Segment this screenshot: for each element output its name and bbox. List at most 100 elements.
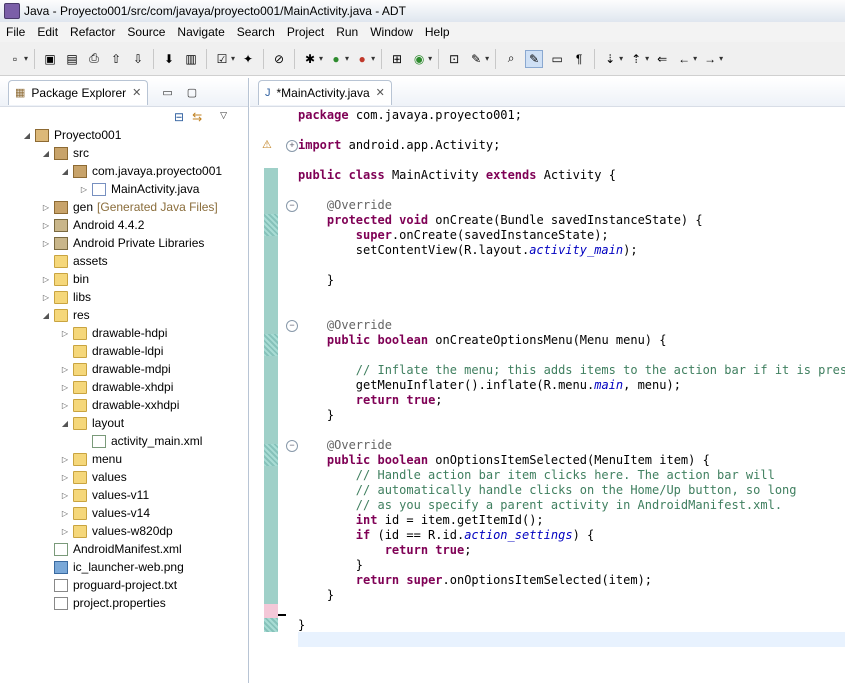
toggle-breadcrumb-icon[interactable]: ✎	[525, 49, 544, 68]
next-annotation-icon[interactable]: ⇣	[602, 51, 618, 67]
tab-package-explorer[interactable]: ▦ Package Explorer ✕	[8, 79, 149, 105]
close-icon[interactable]: ✕	[376, 86, 385, 99]
warning-lightbulb-icon[interactable]: ⚠	[262, 138, 276, 152]
tree-item[interactable]: AndroidManifest.xml	[41, 540, 182, 558]
tree-item[interactable]: ▷ Android Private Libraries	[41, 234, 204, 252]
collapsed-arrow-icon[interactable]: ▷	[41, 221, 51, 230]
back-dropdown-icon[interactable]: ▾	[693, 54, 697, 63]
new-java-class-icon[interactable]: ◉	[411, 51, 427, 67]
expanded-arrow-icon[interactable]: ◢	[41, 149, 51, 158]
tree-item[interactable]: ▷ bin	[41, 270, 89, 288]
search-icon[interactable]: ✎	[468, 51, 484, 67]
collapsed-arrow-icon[interactable]: ▷	[41, 275, 51, 284]
run-dropdown-icon[interactable]: ▾	[345, 54, 349, 63]
new-dropdown-icon[interactable]: ▾	[24, 54, 28, 63]
open-type-icon[interactable]: ⊡	[446, 51, 462, 67]
tree-item[interactable]: ▷ values-v11	[60, 486, 149, 504]
collapsed-arrow-icon[interactable]: ▷	[60, 527, 70, 536]
tree-item[interactable]: ◢ com.javaya.proyecto001	[60, 162, 222, 180]
menu-file[interactable]: File	[0, 25, 31, 39]
avd-manager-icon[interactable]: ▥	[183, 51, 199, 67]
tree-item[interactable]: ▷ values-w820dp	[60, 522, 173, 540]
new-class-dropdown-icon[interactable]: ▾	[428, 54, 432, 63]
tree-item[interactable]: ▷ menu	[60, 450, 122, 468]
tree-item[interactable]: ◢ res	[41, 306, 90, 324]
external-tools-dropdown-icon[interactable]: ▾	[371, 54, 375, 63]
save-icon[interactable]: ▣	[42, 51, 58, 67]
tree-item[interactable]: assets	[41, 252, 108, 270]
block-selection-icon[interactable]: ▭	[549, 51, 565, 67]
collapse-all-icon[interactable]: ⊟	[174, 110, 184, 124]
new-icon[interactable]: ▫	[7, 51, 23, 67]
collapsed-arrow-icon[interactable]: ▷	[41, 239, 51, 248]
menu-refactor[interactable]: Refactor	[64, 25, 121, 39]
tree-item[interactable]: ▷ MainActivity.java	[79, 180, 200, 198]
tree-item[interactable]: ▷ gen [Generated Java Files]	[41, 198, 218, 216]
next-annotation-dropdown-icon[interactable]: ▾	[619, 54, 623, 63]
last-edit-location-icon[interactable]: ⇐	[654, 51, 670, 67]
close-icon[interactable]: ✕	[132, 86, 141, 99]
tree-item[interactable]: ▷ Android 4.4.2	[41, 216, 144, 234]
tree-item[interactable]: ▷ drawable-xxhdpi	[60, 396, 179, 414]
menu-search[interactable]: Search	[231, 25, 281, 39]
upload-icon[interactable]: ⇧	[108, 51, 124, 67]
forward-icon[interactable]: →	[702, 51, 718, 67]
show-whitespace-icon[interactable]: ¶	[571, 51, 587, 67]
collapsed-arrow-icon[interactable]: ▷	[60, 365, 70, 374]
run-icon[interactable]: ●	[328, 51, 344, 67]
menu-run[interactable]: Run	[330, 25, 364, 39]
tree-item[interactable]: project.properties	[41, 594, 166, 612]
previous-annotation-icon[interactable]: ⇡	[628, 51, 644, 67]
collapsed-arrow-icon[interactable]: ▷	[60, 401, 70, 410]
tree-item[interactable]: ▷ drawable-mdpi	[60, 360, 171, 378]
tree-item[interactable]: activity_main.xml	[79, 432, 202, 450]
fold-import-icon[interactable]: +	[286, 140, 298, 152]
collapsed-arrow-icon[interactable]: ▷	[60, 509, 70, 518]
menu-source[interactable]: Source	[121, 25, 171, 39]
tree-item[interactable]: ▷ drawable-hdpi	[60, 324, 167, 342]
skip-breakpoints-icon[interactable]: ⊘	[271, 51, 287, 67]
debug-icon[interactable]: ✱	[302, 51, 318, 67]
lint-dropdown-icon[interactable]: ▾	[231, 54, 235, 63]
debug-dropdown-icon[interactable]: ▾	[319, 54, 323, 63]
view-menu-icon[interactable]: ▽	[220, 110, 227, 124]
expanded-arrow-icon[interactable]: ◢	[22, 131, 32, 140]
tree-item[interactable]: ▷ libs	[41, 288, 91, 306]
expanded-arrow-icon[interactable]: ◢	[41, 311, 51, 320]
download-icon[interactable]: ⇩	[130, 51, 146, 67]
forward-dropdown-icon[interactable]: ▾	[719, 54, 723, 63]
fold-oncreateoptionsmenu-icon[interactable]: −	[286, 320, 298, 332]
collapsed-arrow-icon[interactable]: ▷	[60, 473, 70, 482]
collapsed-arrow-icon[interactable]: ▷	[79, 185, 89, 194]
tree-item[interactable]: ◢ src	[41, 144, 89, 162]
fold-onoptionsitemselected-icon[interactable]: −	[286, 440, 298, 452]
collapsed-arrow-icon[interactable]: ▷	[41, 293, 51, 302]
tree-item[interactable]: ◢ Proyecto001	[22, 126, 121, 144]
collapsed-arrow-icon[interactable]: ▷	[60, 329, 70, 338]
search-dropdown-icon[interactable]: ▾	[485, 54, 489, 63]
tab-mainactivity-java[interactable]: J *MainActivity.java ✕	[258, 79, 392, 105]
print-icon[interactable]: ⎙	[86, 51, 102, 67]
menu-navigate[interactable]: Navigate	[171, 25, 230, 39]
previous-annotation-dropdown-icon[interactable]: ▾	[645, 54, 649, 63]
back-icon[interactable]: ←	[676, 51, 692, 67]
menu-project[interactable]: Project	[281, 25, 330, 39]
sdk-manager-icon[interactable]: ⬇	[161, 51, 177, 67]
menu-edit[interactable]: Edit	[31, 25, 64, 39]
expanded-arrow-icon[interactable]: ◢	[60, 167, 70, 176]
save-all-icon[interactable]: ▤	[64, 51, 80, 67]
menu-help[interactable]: Help	[419, 25, 456, 39]
collapsed-arrow-icon[interactable]: ▷	[41, 203, 51, 212]
tree-item[interactable]: ▷ drawable-xhdpi	[60, 378, 173, 396]
lint-icon[interactable]: ☑	[214, 51, 230, 67]
new-java-package-icon[interactable]: ⊞	[389, 51, 405, 67]
tree-item[interactable]: ic_launcher-web.png	[41, 558, 184, 576]
new-android-project-icon[interactable]: ✦	[240, 51, 256, 67]
tree-item[interactable]: ▷ values	[60, 468, 127, 486]
tree-item[interactable]: proguard-project.txt	[41, 576, 177, 594]
external-tools-icon[interactable]: ●	[354, 51, 370, 67]
tree-item[interactable]: ◢ layout	[60, 414, 124, 432]
link-with-editor-icon[interactable]: ⇆	[192, 110, 202, 124]
minimize-icon[interactable]: ▭	[162, 86, 172, 99]
tree-item[interactable]: ▷ values-v14	[60, 504, 150, 522]
